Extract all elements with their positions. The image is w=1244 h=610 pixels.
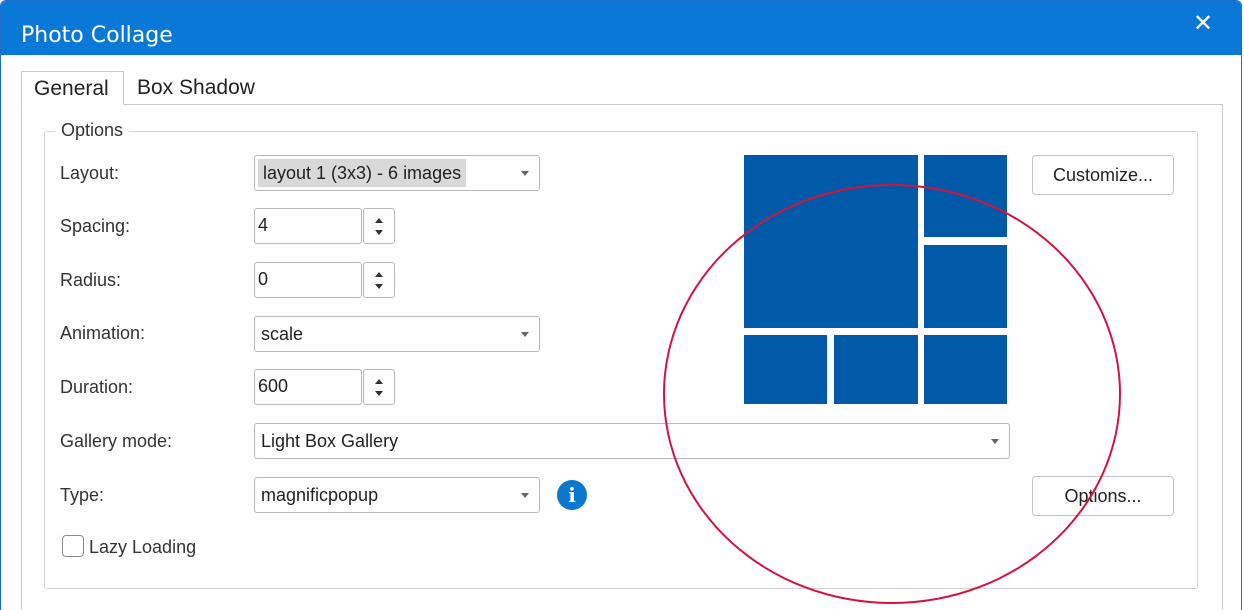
layout-preview-tile <box>924 155 1007 237</box>
radius-stepper[interactable] <box>363 262 395 298</box>
type-label: Type: <box>60 485 105 505</box>
spacing-input[interactable]: 4 <box>254 208 362 244</box>
layout-preview-tile <box>744 335 827 404</box>
layout-preview-tile <box>924 335 1007 404</box>
close-icon[interactable]: ✕ <box>1187 9 1219 39</box>
arrow-down-icon[interactable] <box>375 230 383 235</box>
window-title: Photo Collage <box>21 23 173 48</box>
arrow-up-icon[interactable] <box>375 272 383 277</box>
layout-select[interactable]: layout 1 (3x3) - 6 images <box>254 155 540 191</box>
arrow-down-icon[interactable] <box>375 284 383 289</box>
chevron-down-icon <box>521 332 529 337</box>
options-group: Options <box>44 120 1198 589</box>
radius-input[interactable]: 0 <box>254 262 362 298</box>
radius-label: Radius: <box>60 270 122 290</box>
options-group-label: Options <box>55 120 130 141</box>
chevron-down-icon <box>521 493 529 498</box>
animation-value: scale <box>261 324 304 344</box>
animation-label: Animation: <box>60 323 146 343</box>
arrow-up-icon[interactable] <box>375 379 383 384</box>
radius-value: 0 <box>258 269 269 289</box>
options-button[interactable]: Options... <box>1032 476 1174 516</box>
tab-box-shadow[interactable]: Box Shadow <box>125 71 275 105</box>
gallery-mode-label: Gallery mode: <box>60 431 173 451</box>
dialog-window: Photo Collage ✕ General Box Shadow Optio… <box>0 0 1242 610</box>
tab-panel-general: Options Layout: layout 1 (3x3) - 6 image… <box>21 104 1223 610</box>
duration-label: Duration: <box>60 377 134 397</box>
layout-label: Layout: <box>60 163 120 183</box>
duration-value: 600 <box>258 376 289 396</box>
layout-value: layout 1 (3x3) - 6 images <box>258 159 467 187</box>
layout-preview-tile <box>924 245 1007 328</box>
info-icon[interactable]: i <box>557 480 587 510</box>
animation-select[interactable]: scale <box>254 316 540 352</box>
chevron-down-icon <box>521 171 529 176</box>
spacing-stepper[interactable] <box>363 208 395 244</box>
lazy-loading-label[interactable]: Lazy Loading <box>89 537 196 558</box>
chevron-down-icon <box>991 439 999 444</box>
title-bar: Photo Collage ✕ <box>1 1 1241 55</box>
spacing-value: 4 <box>258 215 269 235</box>
gallery-mode-value: Light Box Gallery <box>261 431 399 451</box>
tab-general[interactable]: General <box>21 71 124 105</box>
arrow-up-icon[interactable] <box>375 218 383 223</box>
customize-button[interactable]: Customize... <box>1032 155 1174 195</box>
layout-preview-tile <box>744 155 918 328</box>
gallery-mode-select[interactable]: Light Box Gallery <box>254 423 1010 459</box>
type-value: magnificpopup <box>261 485 379 505</box>
duration-stepper[interactable] <box>363 369 395 405</box>
duration-input[interactable]: 600 <box>254 369 362 405</box>
arrow-down-icon[interactable] <box>375 391 383 396</box>
lazy-loading-checkbox[interactable] <box>62 535 84 557</box>
type-select[interactable]: magnificpopup <box>254 477 540 513</box>
layout-preview-tile <box>834 335 918 404</box>
spacing-label: Spacing: <box>60 216 131 236</box>
